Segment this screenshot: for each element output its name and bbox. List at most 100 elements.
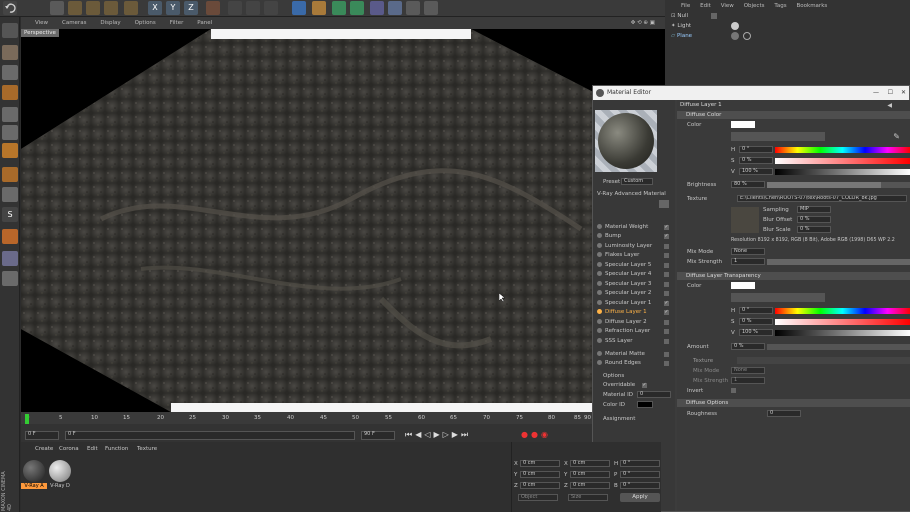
channel-diffuse-layer-2[interactable]: Diffuse Layer 2	[597, 319, 647, 325]
viewport-menu-panel[interactable]: Panel	[197, 17, 212, 29]
material-name-1[interactable]: V-Ray A	[21, 483, 47, 489]
om-menu-bookmarks[interactable]: Bookmarks	[797, 3, 828, 9]
diffuse-sat-slider[interactable]	[775, 158, 910, 164]
channel-specular-layer-2[interactable]: Specular Layer 2	[597, 290, 651, 296]
assignment-label[interactable]: Assignment	[603, 416, 635, 422]
checkbox-luminosity[interactable]	[664, 244, 669, 249]
eyedropper-icon[interactable]: ✎	[893, 132, 900, 141]
subdivision-icon[interactable]	[332, 1, 346, 15]
coord-rot-p-field[interactable]: 0 °	[620, 471, 660, 478]
rotate-icon[interactable]	[104, 1, 118, 15]
coord-size-z-field[interactable]: 0 cm	[570, 482, 610, 489]
diffuse-val-slider[interactable]	[775, 169, 910, 175]
light-tag-icon[interactable]	[731, 22, 739, 30]
undo-icon[interactable]	[3, 1, 17, 15]
material-thumb-1[interactable]	[23, 460, 45, 482]
transparency-s-field[interactable]: 0 %	[739, 318, 773, 325]
recent-icon[interactable]	[124, 1, 138, 15]
section-diffuse-color[interactable]: Diffuse Color	[677, 111, 910, 119]
checkbox-diffuse2[interactable]	[664, 320, 669, 325]
channel-material-weight[interactable]: Material Weight	[597, 224, 648, 230]
render-view-icon[interactable]	[228, 1, 242, 15]
transparency-color-swatch[interactable]	[731, 282, 755, 289]
om-menu-objects[interactable]: Objects	[744, 3, 765, 9]
coord-rot-h-field[interactable]: 0 °	[620, 460, 660, 467]
checkbox-refraction[interactable]	[664, 329, 669, 334]
cube-icon[interactable]	[292, 1, 306, 15]
amount-field[interactable]: 0 %	[731, 343, 765, 350]
points-mode-icon[interactable]	[2, 107, 18, 122]
channel-specular-layer-3[interactable]: Specular Layer 3	[597, 281, 651, 287]
checkbox-spec4[interactable]	[664, 272, 669, 277]
move-icon[interactable]	[68, 1, 82, 15]
brightness-field[interactable]: 80 %	[731, 181, 765, 188]
spline-pen-icon[interactable]	[312, 1, 326, 15]
render-settings-icon[interactable]	[264, 1, 278, 15]
roughness-field[interactable]: 0	[767, 410, 801, 417]
visibility-dots[interactable]	[711, 13, 717, 19]
coord-size-y-field[interactable]: 0 cm	[570, 471, 610, 478]
close-button[interactable]: ✕	[901, 86, 906, 100]
start-frame-field[interactable]: 0 F	[25, 431, 59, 440]
grid-icon[interactable]	[2, 251, 18, 266]
mm-menu-corona[interactable]: Corona	[59, 446, 79, 452]
om-menu-tags[interactable]: Tags	[774, 3, 786, 9]
preset-dropdown[interactable]: Custom	[621, 178, 653, 185]
channel-sss-layer[interactable]: SSS Layer	[597, 338, 633, 344]
tweak-mode-icon[interactable]	[2, 187, 18, 202]
viewport-menu-display[interactable]: Display	[100, 17, 120, 29]
color-picker-modes-icons[interactable]	[731, 132, 825, 141]
texture-thumbnail[interactable]	[731, 207, 759, 233]
diffuse-hue-slider[interactable]	[775, 147, 910, 153]
amount-slider[interactable]	[767, 344, 910, 350]
mix-strength-field[interactable]: 1	[731, 258, 765, 265]
overridable-checkbox[interactable]: ✓	[642, 383, 647, 388]
viewport[interactable]: Perspective	[21, 29, 665, 412]
mix-mode-dropdown[interactable]: None	[731, 248, 765, 255]
material-id-field[interactable]: 0	[637, 391, 671, 398]
mograph-icon[interactable]	[350, 1, 364, 15]
checkbox-material-weight[interactable]: ✓	[664, 225, 669, 230]
playhead[interactable]	[25, 414, 29, 424]
viewport-menu-view[interactable]: View	[35, 17, 48, 29]
model-mode-icon[interactable]	[2, 45, 18, 60]
channel-diffuse-layer-1[interactable]: Diffuse Layer 1	[597, 309, 647, 315]
coord-size-mode-dropdown[interactable]: Size	[568, 494, 608, 501]
checkbox-round-edges[interactable]	[664, 361, 669, 366]
apply-button[interactable]: Apply	[620, 493, 660, 502]
snap-icon[interactable]: S	[2, 207, 18, 222]
mm-menu-edit[interactable]: Edit	[87, 446, 98, 452]
mm-menu-texture[interactable]: Texture	[137, 446, 157, 452]
material-thumb-2[interactable]	[49, 460, 71, 482]
coord-size-x-field[interactable]: 0 cm	[570, 460, 610, 467]
coordinate-system-icon[interactable]	[206, 1, 220, 15]
viewport-menu-options[interactable]: Options	[135, 17, 156, 29]
invert-checkbox[interactable]	[731, 388, 736, 393]
channel-specular-layer-4[interactable]: Specular Layer 4	[597, 271, 651, 277]
transparency-texture-field[interactable]	[737, 357, 910, 364]
transparency-v-field[interactable]: 100 %	[739, 329, 773, 336]
transparency-mix-strength-field[interactable]: 1	[731, 377, 765, 384]
coord-pos-x-field[interactable]: 0 cm	[520, 460, 560, 467]
section-diffuse-transparency[interactable]: Diffuse Layer Transparency	[677, 272, 910, 280]
coord-rot-b-field[interactable]: 0 °	[620, 482, 660, 489]
magnet-icon[interactable]	[2, 229, 18, 244]
mm-menu-function[interactable]: Function	[105, 446, 128, 452]
checkbox-flakes[interactable]	[664, 253, 669, 258]
checkbox-spec1[interactable]: ✓	[664, 301, 669, 306]
maximize-button[interactable]: ☐	[888, 86, 893, 100]
blur-scale-field[interactable]: 0 %	[797, 226, 831, 233]
polygons-mode-icon[interactable]	[2, 143, 18, 158]
color-id-swatch[interactable]	[637, 401, 653, 408]
scale-icon[interactable]	[86, 1, 100, 15]
checkbox-bump[interactable]: ✓	[664, 234, 669, 239]
texture-mode-icon[interactable]	[2, 65, 18, 80]
coord-pos-z-field[interactable]: 0 cm	[520, 482, 560, 489]
z-axis-icon[interactable]: Z	[184, 1, 198, 15]
blur-offset-field[interactable]: 0 %	[797, 216, 831, 223]
om-menu-edit[interactable]: Edit	[700, 3, 711, 9]
checkbox-sss[interactable]	[664, 339, 669, 344]
transparency-val-slider[interactable]	[775, 330, 910, 336]
object-row-light[interactable]: ✦ Light	[671, 23, 691, 29]
render-picture-viewer-icon[interactable]	[246, 1, 260, 15]
